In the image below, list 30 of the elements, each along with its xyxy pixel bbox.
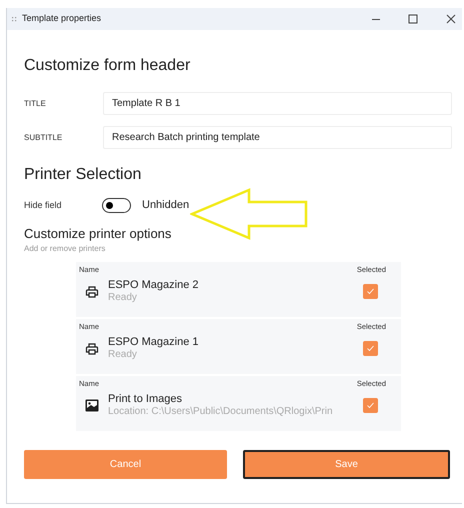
printer-status: Ready xyxy=(108,292,138,304)
field-label: SUBTITLE xyxy=(24,132,64,144)
printer-name: ESPO Magazine 1 xyxy=(108,336,200,350)
section-heading: Customize form header xyxy=(24,56,192,76)
toggle-state-text: Unhidden xyxy=(142,198,190,213)
section-heading: Printer Selection xyxy=(24,165,142,185)
printer-name: ESPO Magazine 2 xyxy=(108,279,200,292)
image-icon xyxy=(85,399,99,412)
checkbox[interactable] xyxy=(363,398,378,414)
grip-icon xyxy=(12,16,17,22)
text-field[interactable]: Research Batch printing template xyxy=(103,126,452,149)
check-icon xyxy=(366,401,375,410)
checkbox[interactable] xyxy=(363,341,378,356)
maximize-icon[interactable] xyxy=(408,14,418,24)
check-icon xyxy=(366,344,375,354)
check-icon xyxy=(366,287,375,296)
field-label: TITLE xyxy=(24,98,47,110)
window-title: Template properties xyxy=(22,12,102,26)
toggle-switch[interactable] xyxy=(102,198,131,213)
text-field[interactable]: Template R B 1 xyxy=(103,92,452,115)
printer-icon xyxy=(85,284,99,299)
printer-icon xyxy=(85,342,99,356)
printer-name: Print to Images xyxy=(108,393,183,406)
field-label: Hide field xyxy=(24,198,63,212)
printer-status: Location: C:\Users\Public\Documents\QRlogix\Prin xyxy=(108,406,334,418)
close-icon[interactable] xyxy=(446,14,456,24)
subsection-heading: Customize printer options xyxy=(24,224,172,243)
subsection-hint: Add or remove printers xyxy=(24,243,106,255)
checkbox[interactable] xyxy=(363,284,378,300)
printer-status: Ready xyxy=(108,349,138,362)
